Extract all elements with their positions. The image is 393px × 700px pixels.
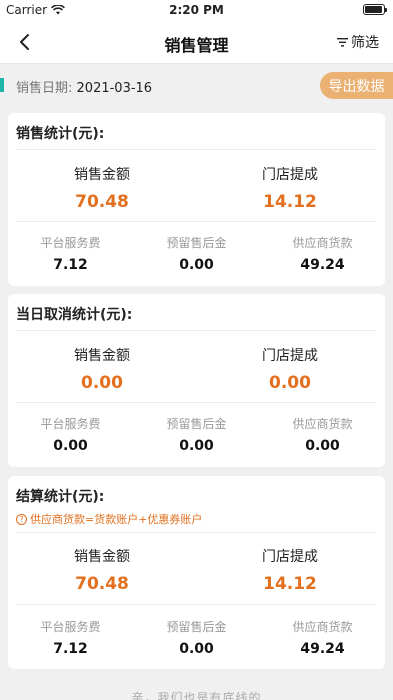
sales-amount-value: 70.48 <box>75 574 129 594</box>
supplier-payment-value: 49.24 <box>300 257 345 273</box>
divider <box>16 330 377 331</box>
battery-icon <box>363 4 387 15</box>
card-title: 结算统计(元): <box>16 489 105 505</box>
store-commission-value: 0.00 <box>269 373 311 393</box>
store-commission-value: 14.12 <box>263 574 317 594</box>
settlement-stats-card: 结算统计(元): ? 供应商货款=货款账户+优惠券账户 销售金额 70.48 门… <box>8 476 385 669</box>
status-bar: Carrier 2:20 PM <box>0 0 393 20</box>
supplier-payment: 供应商货款 0.00 <box>260 415 385 454</box>
platform-fee-label: 平台服务费 <box>40 620 101 634</box>
reserved-aftersale-label: 预留售后金 <box>166 417 227 431</box>
divider <box>16 221 377 222</box>
supplier-payment: 供应商货款 49.24 <box>260 234 385 273</box>
filter-icon <box>337 37 348 47</box>
supplier-payment-label: 供应商货款 <box>292 236 353 250</box>
sales-date: 销售日期: 2021-03-16 <box>16 77 152 96</box>
sales-date-value: 2021-03-16 <box>76 81 153 96</box>
page-title: 销售管理 <box>164 36 229 55</box>
divider <box>16 402 377 403</box>
store-commission: 门店提成 0.00 <box>196 345 384 393</box>
status-time: 2:20 PM <box>169 3 224 17</box>
sales-date-label: 销售日期: <box>16 81 73 96</box>
platform-fee-value: 7.12 <box>53 641 88 657</box>
reserved-aftersale-value: 0.00 <box>179 438 214 454</box>
store-commission: 门店提成 14.12 <box>196 546 384 594</box>
store-commission-label: 门店提成 <box>262 348 318 364</box>
reserved-aftersale-value: 0.00 <box>179 641 214 657</box>
date-marker <box>0 78 4 92</box>
store-commission-value: 14.12 <box>263 192 317 212</box>
platform-fee: 平台服务费 7.12 <box>8 618 133 657</box>
supplier-payment-label: 供应商货款 <box>292 620 353 634</box>
platform-fee-value: 7.12 <box>53 257 88 273</box>
settlement-note: ? 供应商货款=货款账户+优惠券账户 <box>16 511 202 527</box>
sales-amount: 销售金额 70.48 <box>8 546 196 594</box>
supplier-payment-label: 供应商货款 <box>292 417 353 431</box>
supplier-payment-value: 49.24 <box>300 641 345 657</box>
store-commission-label: 门店提成 <box>262 167 318 183</box>
filter-button[interactable]: 筛选 <box>337 32 379 52</box>
date-bar: 销售日期: 2021-03-16 导出数据 <box>0 66 393 104</box>
supplier-payment-value: 0.00 <box>305 438 340 454</box>
supplier-payment: 供应商货款 49.24 <box>260 618 385 657</box>
card-title: 销售统计(元): <box>16 126 105 142</box>
sales-stats-card: 销售统计(元): 销售金额 70.48 门店提成 14.12 平台服务费 7.1… <box>8 113 385 286</box>
store-commission-label: 门店提成 <box>262 549 318 565</box>
sales-amount-label: 销售金额 <box>74 167 130 183</box>
sales-amount-label: 销售金额 <box>74 348 130 364</box>
platform-fee-label: 平台服务费 <box>40 236 101 250</box>
sales-amount-label: 销售金额 <box>74 549 130 565</box>
divider <box>16 532 377 533</box>
question-circle-icon: ? <box>16 513 27 525</box>
footer-end-text: 亲，我们也是有底线的 <box>131 691 262 700</box>
cancel-stats-card: 当日取消统计(元): 销售金额 0.00 门店提成 0.00 平台服务费 0.0… <box>8 294 385 467</box>
export-data-button[interactable]: 导出数据 <box>320 72 393 99</box>
sales-amount: 销售金额 70.48 <box>8 164 196 212</box>
reserved-aftersale: 预留售后金 0.00 <box>134 618 259 657</box>
platform-fee-label: 平台服务费 <box>40 417 101 431</box>
sales-amount-value: 70.48 <box>75 192 129 212</box>
sales-amount-value: 0.00 <box>81 373 123 393</box>
settlement-note-text: 供应商货款=货款账户+优惠券账户 <box>30 513 203 526</box>
reserved-aftersale: 预留售后金 0.00 <box>134 415 259 454</box>
reserved-aftersale-label: 预留售后金 <box>166 620 227 634</box>
divider <box>16 604 377 605</box>
store-commission: 门店提成 14.12 <box>196 164 384 212</box>
card-title: 当日取消统计(元): <box>16 307 133 323</box>
filter-label: 筛选 <box>351 35 379 51</box>
sales-amount: 销售金额 0.00 <box>8 345 196 393</box>
platform-fee: 平台服务费 0.00 <box>8 415 133 454</box>
platform-fee-value: 0.00 <box>53 438 88 454</box>
platform-fee: 平台服务费 7.12 <box>8 234 133 273</box>
divider <box>16 149 377 150</box>
reserved-aftersale: 预留售后金 0.00 <box>134 234 259 273</box>
reserved-aftersale-value: 0.00 <box>179 257 214 273</box>
nav-bar: 销售管理 筛选 <box>0 20 393 64</box>
reserved-aftersale-label: 预留售后金 <box>166 236 227 250</box>
